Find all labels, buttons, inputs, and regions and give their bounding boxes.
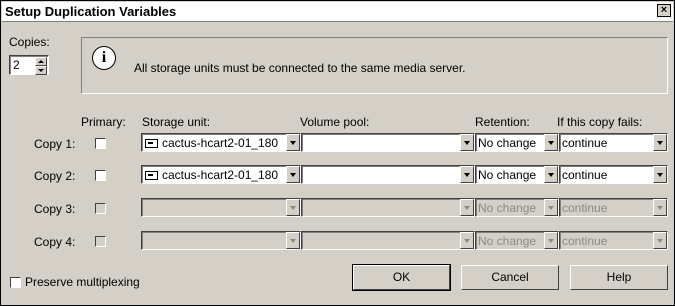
storage-unit-select-copy-1[interactable]: cactus-hcart2-01_180 bbox=[141, 133, 301, 152]
row-label: Copy 2: bbox=[34, 169, 76, 183]
tape-drive-icon bbox=[145, 171, 158, 180]
on-fail-value: continue bbox=[562, 201, 608, 215]
retention-select-copy-1[interactable]: No change bbox=[475, 133, 559, 152]
chevron-down-icon[interactable] bbox=[286, 232, 300, 249]
retention-select-copy-4[interactable]: No change bbox=[475, 231, 559, 250]
storage-unit-select-copy-4[interactable] bbox=[141, 231, 301, 250]
on-fail-select-copy-1[interactable]: continue bbox=[559, 133, 668, 152]
retention-select-copy-3[interactable]: No change bbox=[475, 198, 559, 217]
primary-checkbox-copy-2[interactable] bbox=[95, 170, 106, 181]
chevron-down-icon[interactable] bbox=[544, 134, 558, 151]
chevron-down-icon[interactable] bbox=[653, 199, 667, 216]
chevron-down-icon[interactable] bbox=[653, 134, 667, 151]
spin-down-button[interactable] bbox=[35, 66, 47, 75]
retention-value: No change bbox=[478, 168, 537, 182]
close-button[interactable]: × bbox=[657, 4, 671, 17]
chevron-down-icon[interactable] bbox=[286, 166, 300, 183]
volume-pool-select-copy-2[interactable] bbox=[301, 165, 475, 184]
spin-up-button[interactable] bbox=[35, 57, 47, 66]
row-label: Copy 4: bbox=[34, 235, 76, 249]
copies-label: Copies: bbox=[9, 35, 50, 49]
copies-spin-buttons[interactable] bbox=[35, 57, 47, 75]
info-panel: i All storage units must be connected to… bbox=[81, 37, 668, 94]
chevron-down-icon[interactable] bbox=[544, 232, 558, 249]
storage-unit-select-copy-2[interactable]: cactus-hcart2-01_180 bbox=[141, 165, 301, 184]
dialog-window: Setup Duplication Variables × Copies: 2 … bbox=[0, 0, 675, 306]
chevron-down-icon[interactable] bbox=[286, 199, 300, 216]
info-icon: i bbox=[92, 46, 116, 70]
window-title: Setup Duplication Variables bbox=[5, 4, 177, 19]
header-storage-unit: Storage unit: bbox=[142, 115, 211, 129]
tape-drive-icon bbox=[145, 139, 158, 148]
preserve-multiplexing-label: Preserve multiplexing bbox=[25, 275, 140, 289]
volume-pool-select-copy-3[interactable] bbox=[301, 198, 475, 217]
chevron-down-icon[interactable] bbox=[653, 166, 667, 183]
chevron-down-icon[interactable] bbox=[544, 166, 558, 183]
storage-unit-select-copy-3[interactable] bbox=[141, 198, 301, 217]
chevron-down-icon[interactable] bbox=[460, 134, 474, 151]
cancel-button[interactable]: Cancel bbox=[461, 265, 559, 290]
retention-value: No change bbox=[478, 136, 537, 150]
on-fail-select-copy-2[interactable]: continue bbox=[559, 165, 668, 184]
ok-button[interactable]: OK bbox=[352, 264, 451, 291]
chevron-down-icon[interactable] bbox=[460, 199, 474, 216]
retention-value: No change bbox=[478, 234, 537, 248]
header-volume-pool: Volume pool: bbox=[300, 115, 370, 129]
storage-unit-value: cactus-hcart2-01_180 bbox=[162, 136, 279, 150]
info-message: All storage units must be connected to t… bbox=[134, 61, 466, 75]
primary-checkbox-copy-4[interactable] bbox=[95, 236, 106, 247]
row-label: Copy 3: bbox=[34, 202, 76, 216]
header-primary: Primary: bbox=[81, 115, 126, 129]
header-if-copy-fails: If this copy fails: bbox=[557, 115, 643, 129]
on-fail-value: continue bbox=[562, 234, 608, 248]
title-bar: Setup Duplication Variables × bbox=[2, 2, 673, 22]
copies-spinner[interactable]: 2 bbox=[9, 55, 49, 75]
storage-unit-value: cactus-hcart2-01_180 bbox=[162, 168, 279, 182]
row-label: Copy 1: bbox=[34, 137, 76, 151]
on-fail-select-copy-4[interactable]: continue bbox=[559, 231, 668, 250]
preserve-multiplexing-checkbox[interactable] bbox=[10, 277, 21, 288]
retention-select-copy-2[interactable]: No change bbox=[475, 165, 559, 184]
on-fail-select-copy-3[interactable]: continue bbox=[559, 198, 668, 217]
copies-value: 2 bbox=[13, 58, 20, 72]
chevron-down-icon[interactable] bbox=[460, 232, 474, 249]
volume-pool-select-copy-4[interactable] bbox=[301, 231, 475, 250]
primary-checkbox-copy-1[interactable] bbox=[95, 138, 106, 149]
retention-value: No change bbox=[478, 201, 537, 215]
on-fail-value: continue bbox=[562, 168, 608, 182]
header-retention: Retention: bbox=[475, 115, 530, 129]
volume-pool-select-copy-1[interactable] bbox=[301, 133, 475, 152]
chevron-down-icon[interactable] bbox=[653, 232, 667, 249]
chevron-down-icon[interactable] bbox=[544, 199, 558, 216]
chevron-down-icon[interactable] bbox=[460, 166, 474, 183]
primary-checkbox-copy-3[interactable] bbox=[95, 203, 106, 214]
on-fail-value: continue bbox=[562, 136, 608, 150]
chevron-down-icon[interactable] bbox=[286, 134, 300, 151]
help-button[interactable]: Help bbox=[570, 265, 668, 290]
